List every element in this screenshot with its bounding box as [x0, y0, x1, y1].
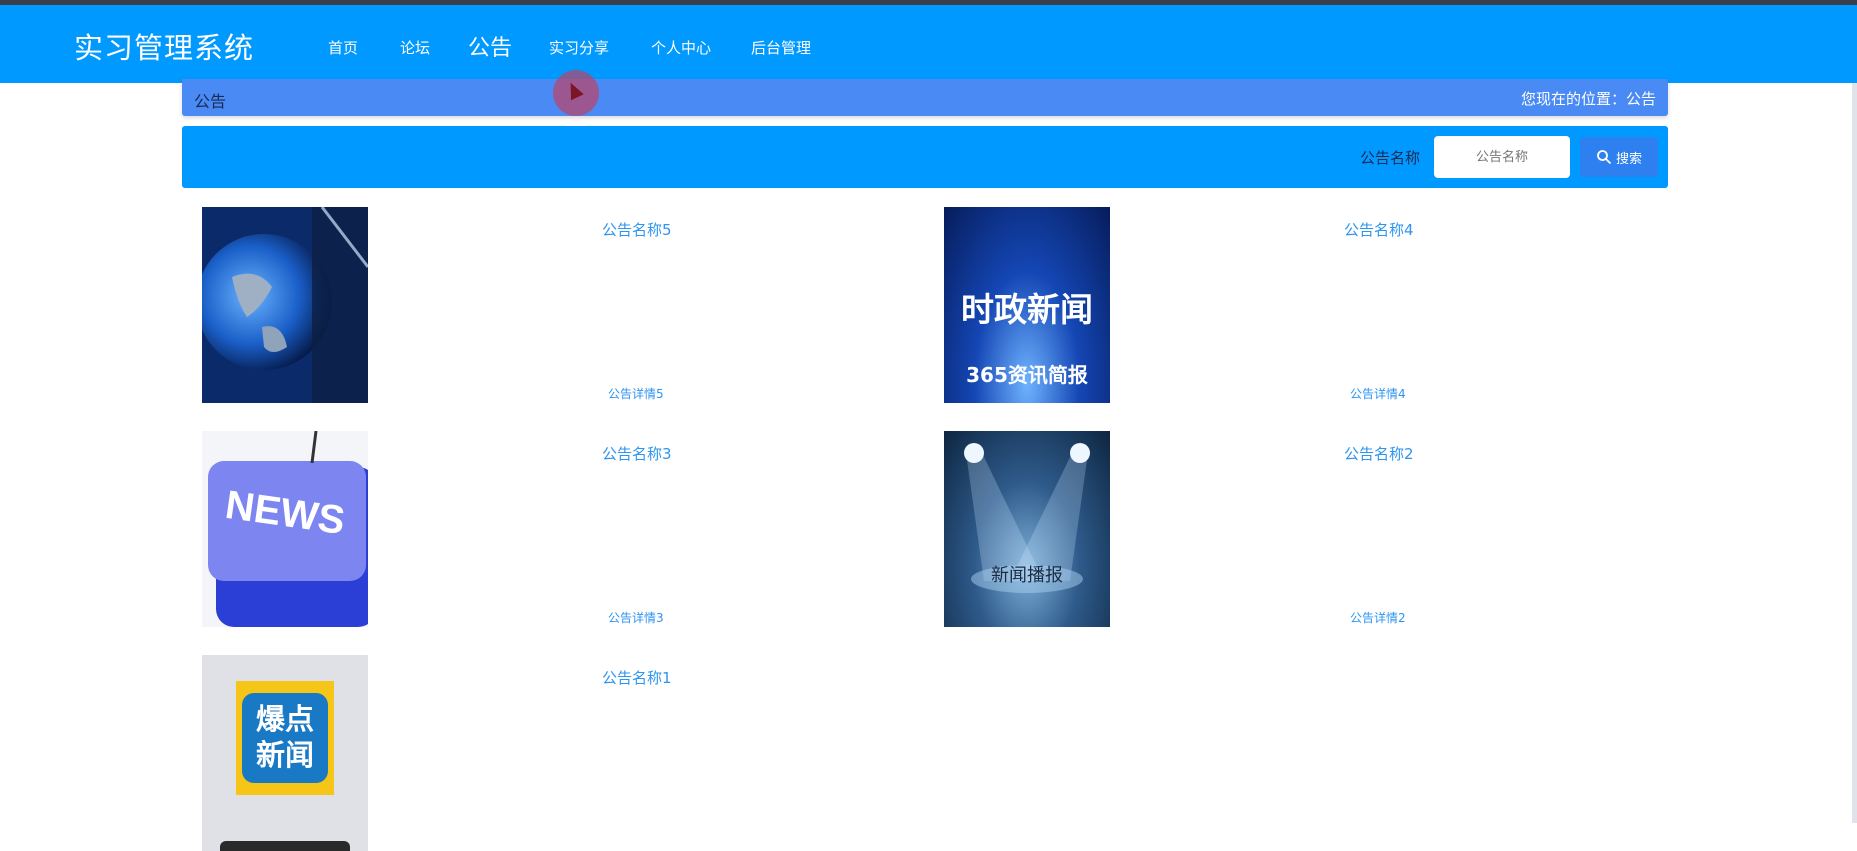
- search-button[interactable]: 搜索: [1580, 137, 1658, 177]
- search-icon: [1597, 150, 1612, 165]
- announcement-name[interactable]: 公告名称5: [602, 219, 672, 240]
- announcement-name[interactable]: 公告名称2: [1344, 443, 1414, 464]
- nav-item-home[interactable]: 首页: [328, 37, 358, 58]
- announcement-detail[interactable]: 公告详情2: [1350, 609, 1406, 626]
- globe-news-image[interactable]: [202, 207, 368, 403]
- nav-item-announcement[interactable]: 公告: [468, 30, 512, 62]
- nav-item-forum[interactable]: 论坛: [400, 37, 430, 58]
- current-location: 您现在的位置：公告: [1520, 90, 1656, 108]
- announcement-card: 爆点新闻 公告名称1: [202, 655, 922, 851]
- search-button-label: 搜索: [1615, 151, 1642, 167]
- politics-news-title: 时政新闻: [961, 290, 1093, 329]
- hot-news-label: 爆点新闻: [255, 702, 314, 772]
- announcement-detail[interactable]: 公告详情3: [608, 609, 664, 626]
- news-key-image[interactable]: NEWS: [202, 431, 368, 627]
- search-label: 公告名称: [1360, 149, 1421, 167]
- announcement-card: NEWS 公告名称3 公告详情3: [202, 431, 922, 627]
- announcement-detail[interactable]: 公告详情4: [1350, 385, 1406, 402]
- announcement-detail[interactable]: 公告详情5: [608, 385, 664, 402]
- nav-item-internship-share[interactable]: 实习分享: [549, 37, 609, 58]
- announcement-card: 公告名称5 公告详情5: [202, 207, 922, 403]
- announcement-name[interactable]: 公告名称4: [1344, 219, 1414, 240]
- mouse-cursor-indicator: [553, 70, 599, 116]
- announcement-name[interactable]: 公告名称1: [602, 667, 672, 688]
- announcement-card: 时政新闻 365资讯简报 公告名称4 公告详情4: [944, 207, 1664, 403]
- scrollbar-track[interactable]: [1852, 83, 1857, 823]
- nav-item-admin[interactable]: 后台管理: [751, 37, 811, 58]
- app-title[interactable]: 实习管理系统: [74, 25, 254, 67]
- announcement-name[interactable]: 公告名称3: [602, 443, 672, 464]
- announcement-card: 新闻播报 公告名称2 公告详情2: [944, 431, 1664, 627]
- cursor-arrow-icon: [564, 79, 584, 101]
- nav-item-personal-center[interactable]: 个人中心: [651, 37, 711, 58]
- search-input[interactable]: [1434, 136, 1570, 178]
- spotlight-stage-image[interactable]: 新闻播报: [944, 431, 1110, 627]
- page-title: 公告: [194, 92, 227, 111]
- politics-news-subtitle: 365资讯简报: [966, 363, 1088, 387]
- breadcrumb: 公告 您现在的位置：公告: [182, 79, 1668, 116]
- hot-news-base: [220, 841, 350, 851]
- search-bar: 公告名称 搜索: [182, 126, 1668, 188]
- politics-news-image[interactable]: 时政新闻 365资讯简报: [944, 207, 1110, 403]
- navbar: 实习管理系统 首页 论坛 公告 实习分享 个人中心 后台管理: [0, 5, 1857, 83]
- hot-news-image[interactable]: 爆点新闻: [202, 655, 368, 851]
- spotlight-stage-label: 新闻播报: [991, 565, 1063, 586]
